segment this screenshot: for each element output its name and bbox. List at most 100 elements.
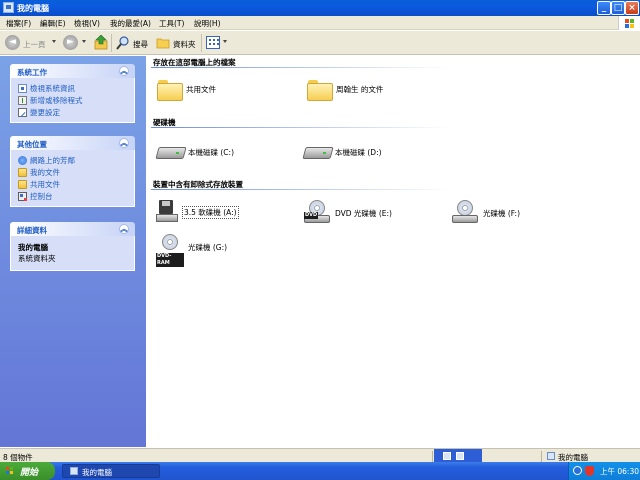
maximize-button[interactable]: □ — [611, 1, 625, 15]
forward-dropdown-icon[interactable] — [82, 40, 86, 43]
place-network[interactable]: 網路上的芳鄰 — [18, 154, 134, 166]
views-icon[interactable] — [206, 36, 220, 49]
system-tray: 上午 06:30 — [568, 462, 640, 480]
folder-user-documents[interactable]: 周翰生 的文件 — [306, 78, 384, 101]
place-control-panel[interactable]: 控制台 — [18, 190, 134, 202]
menu-tools[interactable]: 工具(T) — [159, 18, 184, 29]
toolbar: ◄ 上一頁 ► 搜尋 資料夾 — [0, 31, 640, 55]
item-label: 3.5 軟碟機 (A:) — [182, 205, 239, 219]
taskbar: 開始 我的電腦 上午 06:30 — [0, 462, 640, 480]
folder-shared-documents[interactable]: 共用文件 — [156, 78, 216, 101]
task-view-system-info[interactable]: 檢視系統資訊 — [18, 82, 134, 94]
shared-documents-icon — [18, 179, 27, 189]
drive-g-dvd-ram[interactable]: DVD-RAM 光碟機 (G:) — [156, 234, 228, 267]
drive-c[interactable]: 本機磁碟 (C:) — [156, 143, 234, 161]
search-icon[interactable] — [116, 36, 130, 50]
collapse-chevron-icon[interactable]: ︽ — [119, 138, 129, 148]
menu-view[interactable]: 檢視(V) — [74, 18, 100, 29]
windows-logo-icon — [618, 16, 640, 30]
task-pane: 系統工作 ︽ 檢視系統資訊 新增或移除程式 變更設定 其他位置 ︽ 網路上的芳鄰… — [0, 56, 146, 447]
add-remove-programs-icon — [18, 95, 27, 105]
status-indicators — [434, 449, 482, 463]
drive-d[interactable]: 本機磁碟 (D:) — [303, 143, 382, 161]
details-title: 詳細資料 — [17, 226, 47, 235]
place-my-documents[interactable]: 我的文件 — [18, 166, 134, 178]
menu-file[interactable]: 檔案(F) — [6, 18, 31, 29]
folder-up-icon[interactable] — [94, 35, 108, 50]
drive-a-floppy[interactable]: 3.5 軟碟機 (A:) — [156, 200, 239, 224]
other-places-panel: 其他位置 ︽ 網路上的芳鄰 我的文件 共用文件 控制台 — [10, 136, 135, 207]
control-panel-icon — [18, 191, 27, 201]
place-label: 我的文件 — [30, 167, 60, 177]
views-dropdown-icon[interactable] — [223, 40, 227, 43]
other-places-title: 其他位置 — [17, 140, 47, 149]
details-header[interactable]: 詳細資料 ︽ — [10, 222, 135, 236]
folders-button-label[interactable]: 資料夾 — [173, 39, 196, 50]
item-label: 共用文件 — [186, 84, 216, 94]
security-shield-icon[interactable] — [585, 466, 594, 476]
dvd-tag: DVD — [304, 212, 319, 219]
collapse-chevron-icon[interactable]: ︽ — [119, 66, 129, 76]
other-places-header[interactable]: 其他位置 ︽ — [10, 136, 135, 150]
tray-expand-icon[interactable] — [573, 466, 582, 475]
group-divider — [151, 189, 451, 190]
item-label: 本機磁碟 (D:) — [335, 147, 382, 157]
toolbar-separator — [201, 34, 202, 52]
taskbar-button-my-computer[interactable]: 我的電腦 — [62, 464, 160, 478]
dvd-ram-drive-icon: DVD-RAM — [156, 234, 184, 267]
drive-f-cd[interactable]: 光碟機 (F:) — [451, 200, 520, 226]
file-view: 存放在這部電腦上的檔案 共用文件 周翰生 的文件 硬碟機 本機磁碟 (C:) 本… — [146, 56, 640, 447]
close-button[interactable]: × — [625, 1, 639, 15]
group-divider — [151, 127, 451, 128]
drive-e-dvd[interactable]: DVD DVD 光碟機 (E:) — [303, 200, 392, 226]
system-tasks-panel: 系統工作 ︽ 檢視系統資訊 新增或移除程式 變更設定 — [10, 64, 135, 123]
status-separator — [432, 451, 433, 462]
forward-arrow-icon[interactable]: ► — [63, 35, 78, 50]
folder-icon — [306, 78, 333, 101]
item-label: DVD 光碟機 (E:) — [335, 208, 392, 218]
collapse-chevron-icon[interactable]: ︽ — [119, 224, 129, 234]
menu-favorites[interactable]: 我的最愛(A) — [110, 18, 151, 29]
start-button[interactable]: 開始 — [0, 462, 55, 480]
help-icon — [456, 452, 464, 460]
details-type: 系統資料夾 — [18, 254, 56, 263]
change-setting-icon — [18, 107, 27, 117]
menu-help[interactable]: 說明(H) — [194, 18, 221, 29]
menu-bar: 檔案(F) 編輯(E) 檢視(V) 我的最愛(A) 工具(T) 說明(H) — [0, 16, 640, 30]
task-change-setting[interactable]: 變更設定 — [18, 106, 134, 118]
task-label: 檢視系統資訊 — [30, 83, 75, 93]
back-arrow-icon[interactable]: ◄ — [5, 35, 20, 50]
system-tasks-title: 系統工作 — [17, 68, 47, 77]
back-button-label[interactable]: 上一頁 — [23, 39, 46, 50]
start-label: 開始 — [20, 468, 39, 478]
windows-flag-icon — [6, 467, 9, 470]
toolbar-separator — [111, 34, 112, 52]
menu-edit[interactable]: 編輯(E) — [40, 18, 66, 29]
item-label: 周翰生 的文件 — [336, 84, 384, 94]
my-computer-icon — [3, 2, 14, 13]
item-label: 光碟機 (F:) — [483, 208, 520, 218]
item-label: 光碟機 (G:) — [188, 242, 228, 252]
floppy-drive-icon — [156, 200, 178, 224]
dvd-drive-icon: DVD — [303, 200, 331, 226]
place-label: 共用文件 — [30, 179, 60, 189]
back-dropdown-icon[interactable] — [52, 40, 56, 43]
system-info-icon — [18, 83, 27, 93]
task-label: 變更設定 — [30, 107, 60, 117]
folders-icon[interactable] — [156, 37, 170, 49]
task-add-remove-programs[interactable]: 新增或移除程式 — [18, 94, 134, 106]
search-button-label[interactable]: 搜尋 — [133, 39, 148, 50]
minimize-button[interactable]: _ — [597, 1, 611, 15]
item-label: 本機磁碟 (C:) — [188, 147, 234, 157]
system-tasks-header[interactable]: 系統工作 ︽ — [10, 64, 135, 78]
clock[interactable]: 上午 06:30 — [600, 466, 639, 477]
task-label: 我的電腦 — [82, 468, 112, 477]
window-title: 我的電腦 — [17, 4, 49, 13]
task-label: 新增或移除程式 — [30, 95, 83, 105]
title-bar[interactable]: 我的電腦 _ □ × — [0, 0, 640, 16]
hard-drive-icon — [303, 143, 331, 161]
network-places-icon — [18, 155, 27, 165]
group-divider — [151, 67, 451, 68]
place-shared-documents[interactable]: 共用文件 — [18, 178, 134, 190]
status-bar: 8 個物件 我的電腦 — [0, 448, 640, 463]
